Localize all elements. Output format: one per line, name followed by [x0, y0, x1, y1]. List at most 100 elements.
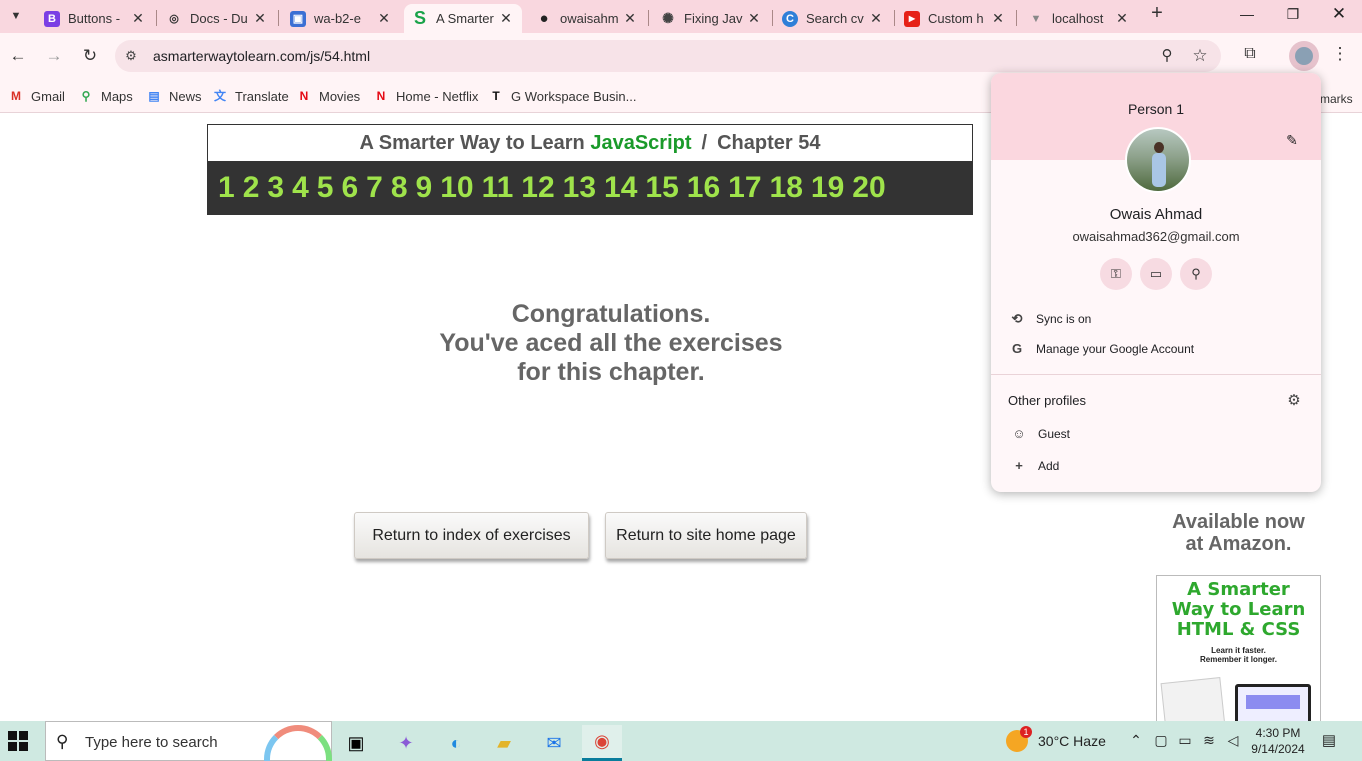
close-icon[interactable]: ✕ — [252, 10, 268, 26]
notifications-icon[interactable]: ▤ — [1318, 731, 1340, 751]
forward-arrow-icon[interactable]: → — [42, 44, 66, 68]
taskbar-search-box[interactable]: ⚲ Type here to search — [45, 721, 332, 761]
maps-pin-icon: ⚲ — [81, 89, 91, 103]
bookmark-movies[interactable]: N Movies — [296, 85, 361, 107]
bookmark-label: G Workspace Busin... — [511, 88, 637, 104]
bookmark-workspace[interactable]: T G Workspace Busin... — [488, 85, 636, 107]
return-to-index-button[interactable]: Return to index of exercises — [354, 512, 589, 559]
exercise-link-3[interactable]: 3 — [267, 171, 284, 205]
manage-account-row[interactable]: G Manage your Google Account — [1008, 338, 1194, 360]
close-icon[interactable]: ✕ — [622, 10, 638, 26]
minimize-icon[interactable]: — — [1235, 2, 1259, 26]
tab-docs[interactable]: ◎ Docs - Du ✕ — [158, 4, 276, 33]
exercise-link-16[interactable]: 16 — [687, 171, 720, 205]
reload-icon[interactable]: ↻ — [78, 44, 102, 68]
book-subtitle-line: Learn it faster. — [1211, 646, 1266, 655]
exercise-link-14[interactable]: 14 — [604, 171, 637, 205]
profile-avatar-button[interactable] — [1289, 41, 1319, 71]
tab-a-smarter-way[interactable]: S A Smarter ✕ — [404, 4, 522, 33]
battery-icon[interactable]: ▭ — [1175, 732, 1195, 749]
chevron-up-icon[interactable]: ⌃ — [1126, 732, 1146, 749]
close-icon[interactable]: ✕ — [130, 10, 146, 26]
exercise-link-18[interactable]: 18 — [770, 171, 803, 205]
extensions-puzzle-icon[interactable]: ⧉ — [1240, 45, 1260, 65]
exercise-link-20[interactable]: 20 — [852, 171, 885, 205]
exercise-link-19[interactable]: 19 — [811, 171, 844, 205]
exercise-link-13[interactable]: 13 — [563, 171, 596, 205]
zoom-icon[interactable]: ⚲ — [1157, 46, 1177, 66]
sync-status-row[interactable]: ⟲ Sync is on — [1008, 308, 1092, 330]
wifi-icon[interactable]: ≋ — [1199, 732, 1219, 749]
system-clock[interactable]: 4:30 PM 9/14/2024 — [1250, 725, 1306, 757]
exercise-link-17[interactable]: 17 — [728, 171, 761, 205]
guest-label: Guest — [1038, 427, 1071, 441]
close-icon[interactable]: ✕ — [376, 10, 392, 26]
tab-favicon: ▼ — [1030, 12, 1042, 25]
bookmark-netflix[interactable]: N Home - Netflix — [373, 85, 479, 107]
new-tab-plus-icon[interactable]: + — [1146, 2, 1168, 24]
exercise-link-6[interactable]: 6 — [341, 171, 358, 205]
tab-github[interactable]: ● owaisahm ✕ — [528, 4, 646, 33]
site-settings-icon[interactable]: ⚙ — [123, 48, 139, 64]
tab-buttons[interactable]: B Buttons - ✕ — [36, 4, 154, 33]
close-icon[interactable]: ✕ — [868, 10, 884, 26]
add-label: Add — [1038, 459, 1060, 473]
exercise-link-10[interactable]: 10 — [440, 171, 473, 205]
address-bar[interactable]: ⚙ asmarterwaytolearn.com/js/54.html ⚲ ☆ — [115, 40, 1221, 72]
close-icon[interactable]: ✕ — [990, 10, 1006, 26]
file-explorer-icon[interactable]: ▰ — [484, 725, 524, 761]
task-view-icon[interactable]: ▣ — [336, 725, 376, 761]
windows-start-icon[interactable] — [8, 731, 28, 751]
exercise-link-4[interactable]: 4 — [292, 171, 309, 205]
tab-search[interactable]: C Search cv ✕ — [774, 4, 892, 33]
meet-now-icon[interactable]: ▢ — [1151, 732, 1171, 749]
exercise-link-5[interactable]: 5 — [317, 171, 334, 205]
chrome-icon[interactable]: ◉ — [582, 725, 622, 761]
tab-fixing-java[interactable]: ✺ Fixing Jav ✕ — [652, 4, 770, 33]
return-to-home-button[interactable]: Return to site home page — [605, 512, 807, 559]
copilot-icon[interactable]: ✦ — [386, 725, 426, 761]
tab-localhost[interactable]: ▼ localhost ✕ — [1020, 4, 1138, 33]
back-arrow-icon[interactable]: ← — [6, 44, 30, 68]
exercise-link-15[interactable]: 15 — [645, 171, 678, 205]
close-icon[interactable]: ✕ — [1114, 10, 1130, 26]
exercise-link-9[interactable]: 9 — [416, 171, 433, 205]
tab-wa-b2-e[interactable]: ▣ wa-b2-e ✕ — [282, 4, 400, 33]
close-icon[interactable]: ✕ — [746, 10, 762, 26]
window-close-icon[interactable]: ✕ — [1327, 2, 1351, 26]
tab-search-chevron-icon[interactable]: ▼ — [4, 4, 28, 28]
exercise-link-7[interactable]: 7 — [366, 171, 383, 205]
guest-profile-row[interactable]: ☺ Guest — [1010, 423, 1070, 445]
exercise-link-11[interactable]: 11 — [482, 171, 514, 205]
weather-widget[interactable]: 1 30°C Haze — [1006, 726, 1106, 752]
manage-profiles-gear-icon[interactable]: ⚙ — [1285, 392, 1303, 410]
edit-pencil-icon[interactable]: ✎ — [1283, 131, 1301, 149]
bookmark-translate[interactable]: 文 Translate — [212, 85, 289, 107]
mail-icon[interactable]: ✉ — [534, 725, 574, 761]
edge-icon[interactable]: ◐ — [436, 725, 476, 761]
exercise-link-12[interactable]: 12 — [521, 171, 554, 205]
netflix-icon: N — [299, 89, 309, 103]
restore-icon[interactable]: ❐ — [1281, 2, 1305, 26]
url-text[interactable]: asmarterwaytolearn.com/js/54.html — [153, 48, 370, 64]
tab-divider — [278, 10, 279, 26]
bookmark-news[interactable]: ▤ News — [146, 85, 201, 107]
close-icon[interactable]: ✕ — [498, 10, 514, 26]
volume-icon[interactable]: ◁ — [1223, 732, 1243, 749]
divider — [991, 374, 1321, 375]
bookmark-label: Home - Netflix — [396, 88, 479, 104]
payment-card-icon[interactable]: ▭ — [1140, 258, 1172, 290]
bookmark-gmail[interactable]: M Gmail — [8, 85, 65, 107]
bookmark-star-icon[interactable]: ☆ — [1190, 46, 1210, 66]
more-menu-icon[interactable]: ⋮ — [1330, 44, 1350, 68]
addresses-pin-icon[interactable]: ⚲ — [1180, 258, 1212, 290]
exercise-link-2[interactable]: 2 — [243, 171, 260, 205]
bookmark-maps[interactable]: ⚲ Maps — [78, 85, 133, 107]
tab-youtube[interactable]: ▶ Custom h ✕ — [896, 4, 1014, 33]
exercise-link-8[interactable]: 8 — [391, 171, 408, 205]
passwords-key-icon[interactable]: ⚿ — [1100, 258, 1132, 290]
exercise-link-1[interactable]: 1 — [218, 171, 235, 205]
all-bookmarks-label[interactable]: marks — [1320, 92, 1353, 106]
book-cover-image[interactable]: A Smarter Way to Learn HTML & CSS Learn … — [1156, 575, 1321, 725]
add-profile-row[interactable]: + Add — [1010, 455, 1059, 477]
